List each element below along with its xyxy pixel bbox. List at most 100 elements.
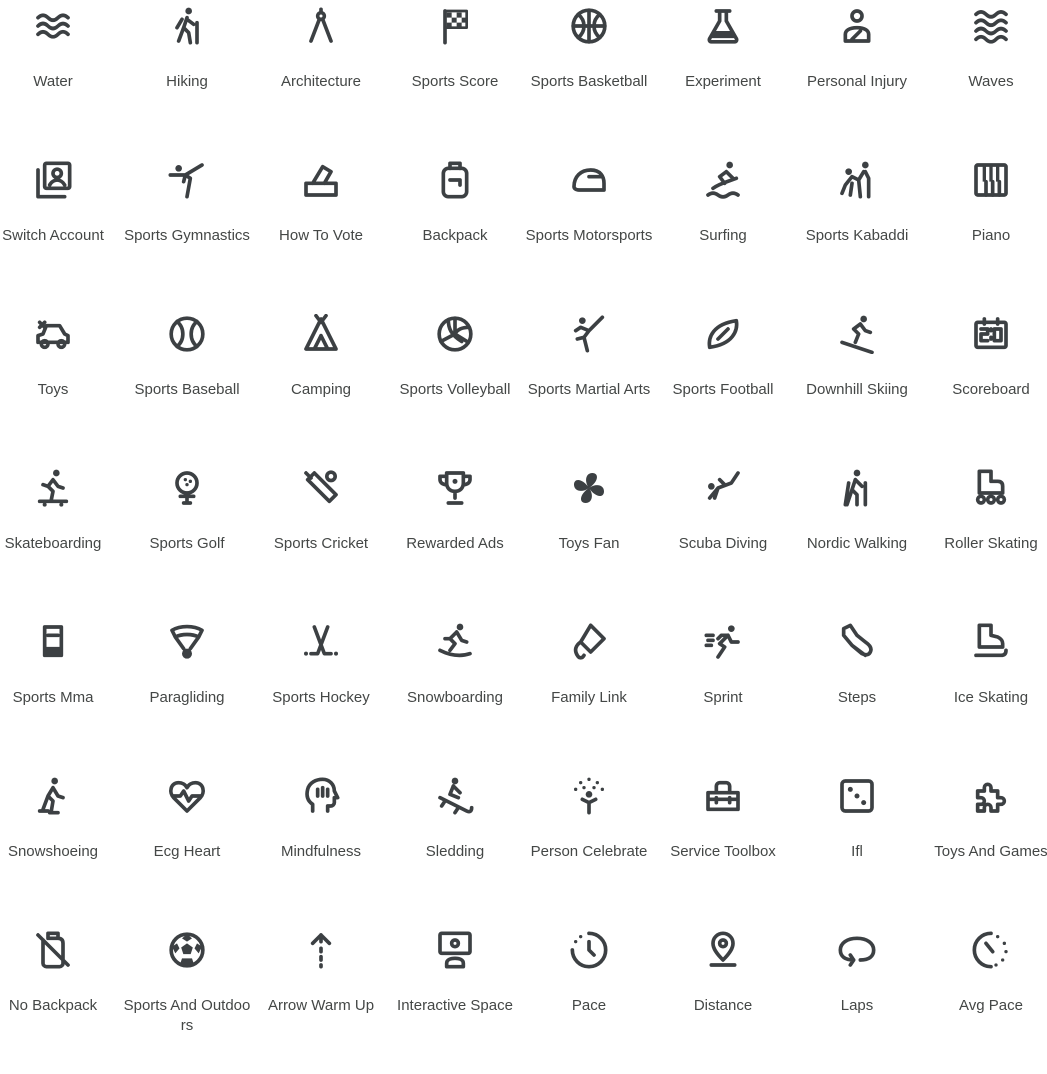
- backpack-icon: [441, 161, 469, 199]
- icon-tile[interactable]: Roller Skating: [924, 462, 1047, 612]
- icon-tile[interactable]: Sports Volleyball: [388, 308, 522, 458]
- icon-label: Toys: [37, 381, 69, 398]
- icon-tile[interactable]: Sports Basketball: [522, 0, 656, 150]
- icon-tile[interactable]: Sports Score: [388, 0, 522, 150]
- icon-tile[interactable]: Hiking: [120, 0, 254, 150]
- icon-tile[interactable]: Skateboarding: [0, 462, 120, 612]
- icon-tile[interactable]: Toys And Games: [924, 770, 1047, 920]
- icon-tile[interactable]: Sports Baseball: [120, 308, 254, 458]
- sports-basketball-icon: [571, 8, 607, 44]
- sports-score-icon: [443, 9, 468, 45]
- icon-tile[interactable]: Toys: [0, 308, 120, 458]
- icon-tile[interactable]: Sledding: [388, 770, 522, 920]
- icon-label: Roller Skating: [944, 535, 1038, 552]
- interactive-space-icon: [438, 931, 472, 969]
- icon-label: Scoreboard: [952, 381, 1030, 398]
- rewarded-ads-icon: [438, 471, 472, 505]
- icon-tile[interactable]: Sports Cricket: [254, 462, 388, 612]
- icon-tile[interactable]: Camping: [254, 308, 388, 458]
- steps-icon: [841, 623, 873, 658]
- icon-tile[interactable]: No Backpack: [0, 924, 120, 1074]
- icon-tile[interactable]: Ice Skating: [924, 616, 1047, 766]
- sports-hockey-icon: [304, 625, 338, 656]
- icon-tile[interactable]: Sports Gymnastics: [120, 154, 254, 304]
- icon-tile[interactable]: Interactive Space: [388, 924, 522, 1074]
- icon-label: Personal Injury: [806, 73, 908, 90]
- icon-tile[interactable]: Sports And Outdoors: [120, 924, 254, 1074]
- icon-tile[interactable]: Sports Kabaddi: [790, 154, 924, 304]
- icon-label: Snowshoeing: [7, 843, 99, 860]
- icon-tile[interactable]: Backpack: [388, 154, 522, 304]
- person-celebrate-icon: [574, 777, 604, 815]
- icon-label: Nordic Walking: [806, 535, 908, 552]
- icon-tile[interactable]: Architecture: [254, 0, 388, 150]
- icon-tile[interactable]: Water: [0, 0, 120, 150]
- experiment-icon: [707, 9, 739, 44]
- icon-tile[interactable]: Sports Golf: [120, 462, 254, 612]
- icon-tile[interactable]: Family Link: [522, 616, 656, 766]
- icon-tile[interactable]: Service Toolbox: [656, 770, 790, 920]
- service-toolbox-icon: [706, 780, 740, 812]
- icon-tile[interactable]: Snowshoeing: [0, 770, 120, 920]
- icon-tile[interactable]: Sprint: [656, 616, 790, 766]
- icon-tile[interactable]: Sports Hockey: [254, 616, 388, 766]
- distance-icon: [709, 931, 737, 967]
- icon-tile[interactable]: Laps: [790, 924, 924, 1074]
- icon-tile[interactable]: Mindfulness: [254, 770, 388, 920]
- switch-account-icon: [36, 161, 72, 199]
- icon-tile[interactable]: Ecg Heart: [120, 770, 254, 920]
- icon-tile[interactable]: Scoreboard: [924, 308, 1047, 458]
- icon-label: Scuba Diving: [678, 535, 768, 552]
- icon-label: Distance: [693, 997, 753, 1014]
- icon-tile[interactable]: Scuba Diving: [656, 462, 790, 612]
- icon-label: Paragliding: [149, 689, 225, 706]
- icon-tile[interactable]: Piano: [924, 154, 1047, 304]
- waves-icon: [974, 10, 1008, 44]
- icon-tile[interactable]: Snowboarding: [388, 616, 522, 766]
- icon-label: Sports Football: [672, 381, 774, 398]
- icon-tile[interactable]: How To Vote: [254, 154, 388, 304]
- pace-icon: [570, 931, 608, 969]
- icon-tile[interactable]: Person Celebrate: [522, 770, 656, 920]
- icon-label: Sports Score: [411, 73, 499, 90]
- icon-tile[interactable]: Pace: [522, 924, 656, 1074]
- icon-tile[interactable]: Arrow Warm Up: [254, 924, 388, 1074]
- sports-martial-arts-icon: [573, 315, 605, 353]
- icon-tile[interactable]: Paragliding: [120, 616, 254, 766]
- arrow-warm-up-icon: [310, 933, 332, 969]
- ice-skating-icon: [974, 623, 1008, 658]
- sports-and-outdoors-icon: [169, 932, 205, 968]
- icon-tile[interactable]: Distance: [656, 924, 790, 1074]
- icon-tile[interactable]: Rewarded Ads: [388, 462, 522, 612]
- sports-cricket-icon: [304, 470, 338, 504]
- camping-icon: [304, 314, 338, 351]
- piano-icon: [974, 163, 1008, 197]
- icon-tile[interactable]: Surfing: [656, 154, 790, 304]
- icon-tile[interactable]: Steps: [790, 616, 924, 766]
- downhill-skiing-icon: [840, 315, 874, 354]
- icon-tile[interactable]: Nordic Walking: [790, 462, 924, 612]
- icon-tile[interactable]: Ifl: [790, 770, 924, 920]
- icon-label: Sprint: [703, 689, 743, 706]
- icon-tile[interactable]: Sports Mma: [0, 616, 120, 766]
- sports-gymnastics-icon: [168, 163, 204, 199]
- water-icon: [36, 13, 70, 39]
- toys-and-games-icon: [975, 782, 1007, 813]
- surfing-icon: [706, 161, 740, 199]
- icon-tile[interactable]: Experiment: [656, 0, 790, 150]
- icon-tile[interactable]: Waves: [924, 0, 1047, 150]
- icon-tile[interactable]: Sports Martial Arts: [522, 308, 656, 458]
- icon-tile[interactable]: Sports Football: [656, 308, 790, 458]
- icon-tile[interactable]: Personal Injury: [790, 0, 924, 150]
- sports-football-icon: [707, 318, 739, 350]
- ifl-icon: [840, 779, 874, 813]
- icon-label: Downhill Skiing: [806, 381, 908, 398]
- icon-tile[interactable]: Switch Account: [0, 154, 120, 304]
- icon-tile[interactable]: Downhill Skiing: [790, 308, 924, 458]
- icon-label: Service Toolbox: [670, 843, 776, 860]
- icon-tile[interactable]: Sports Motorsports: [522, 154, 656, 304]
- personal-injury-icon: [843, 9, 871, 43]
- sports-motorsports-icon: [572, 168, 606, 192]
- icon-tile[interactable]: Avg Pace: [924, 924, 1047, 1074]
- icon-tile[interactable]: Toys Fan: [522, 462, 656, 612]
